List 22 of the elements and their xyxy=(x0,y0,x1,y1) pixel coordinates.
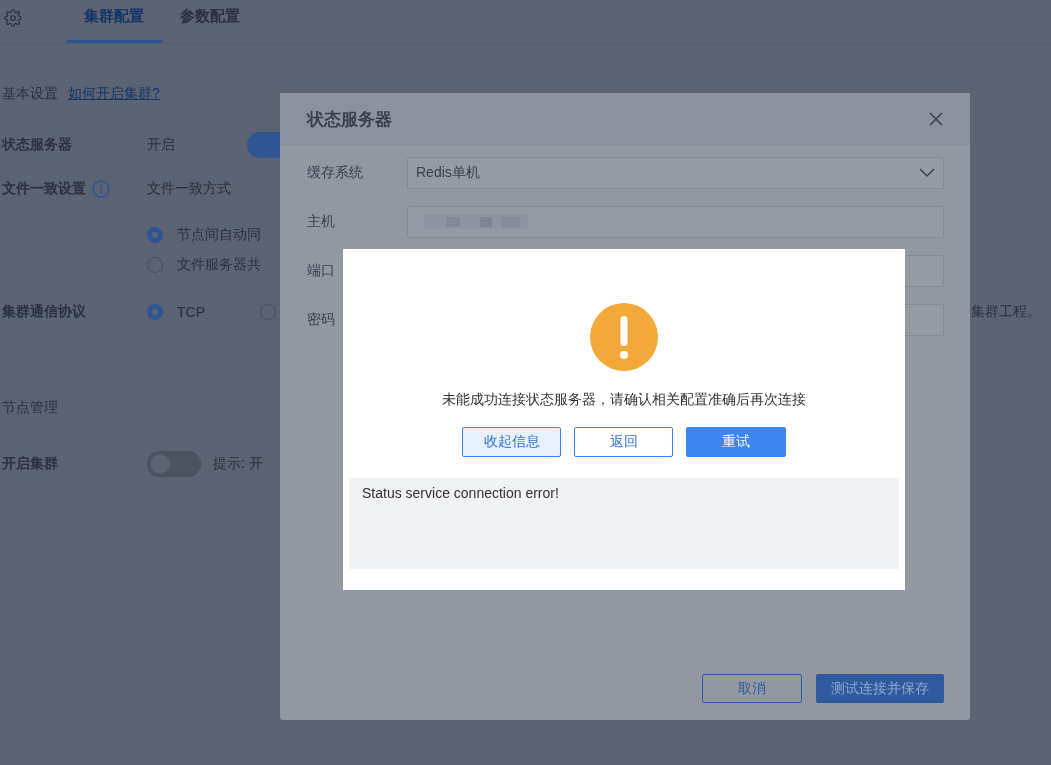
close-button[interactable] xyxy=(928,111,944,127)
alert-message: 未能成功连接状态服务器，请确认相关配置准确后再次连接 xyxy=(442,391,806,409)
warning-icon xyxy=(590,303,658,371)
settings-icon[interactable] xyxy=(4,8,22,27)
error-details: Status service connection error! xyxy=(349,478,899,569)
field-label: 端口 xyxy=(307,262,336,280)
radio-button[interactable] xyxy=(147,227,163,243)
radio-button[interactable] xyxy=(147,304,163,320)
tab[interactable]: 集群配置 xyxy=(66,0,162,43)
field-label: 密码 xyxy=(307,311,336,329)
collapse-button[interactable]: 收起信息 xyxy=(462,427,561,457)
dialog-title: 状态服务器 xyxy=(307,108,392,131)
back-button[interactable]: 返回 xyxy=(574,427,673,457)
select-field[interactable]: Redis单机 xyxy=(407,157,944,189)
field-label: 缓存系统 xyxy=(307,164,364,182)
field-label: 主机 xyxy=(307,213,336,231)
chevron-down-icon xyxy=(919,168,935,178)
save-button[interactable]: 测试连接并保存 xyxy=(816,674,944,703)
help-link[interactable]: 如何开启集群? xyxy=(68,84,160,103)
retry-button[interactable]: 重试 xyxy=(686,427,786,457)
info-icon[interactable] xyxy=(92,180,110,198)
cancel-button[interactable]: 取消 xyxy=(702,674,802,703)
